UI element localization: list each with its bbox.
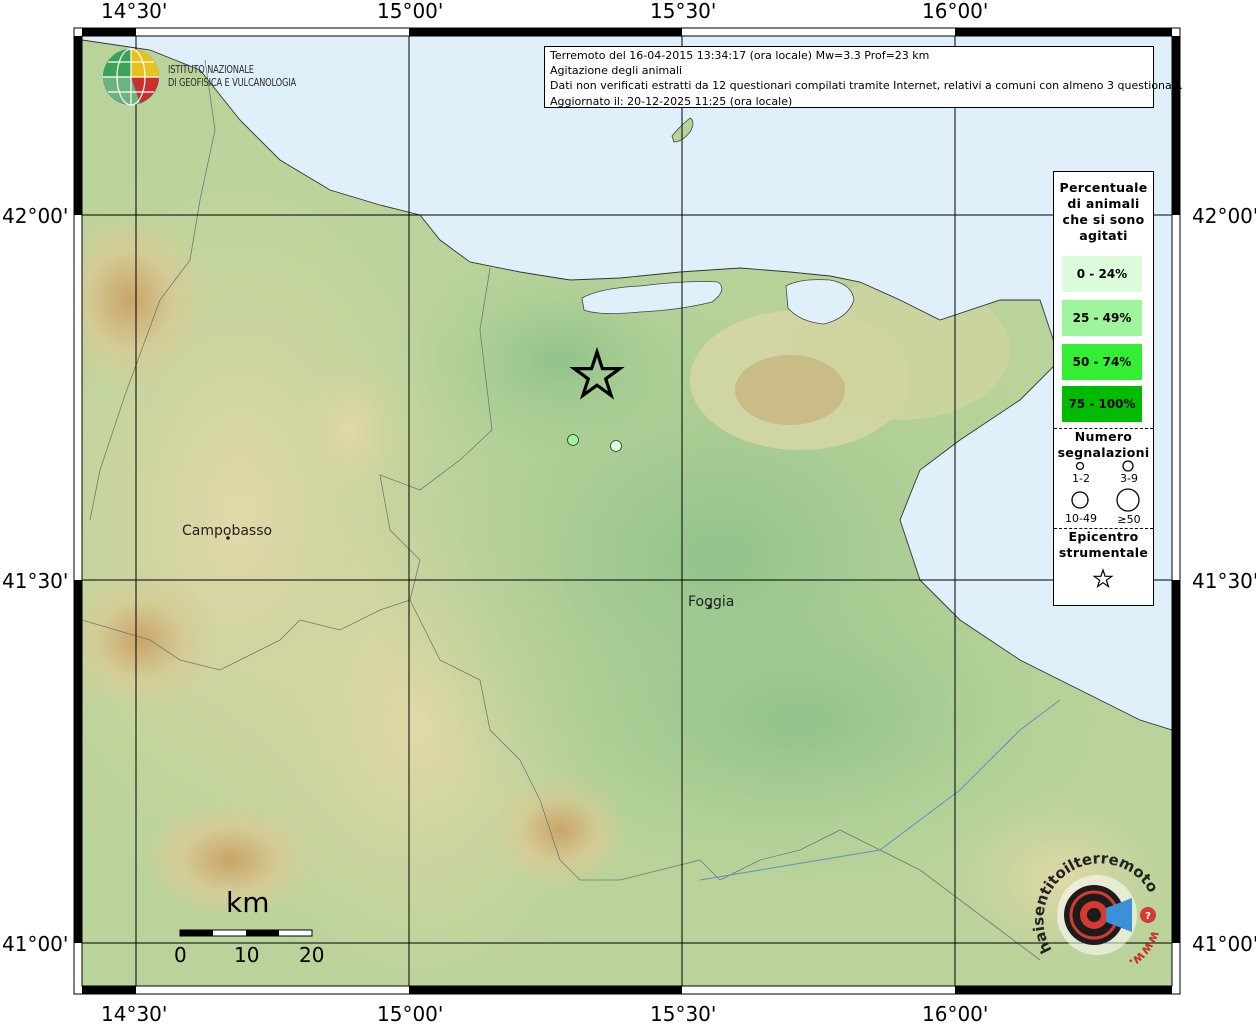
bottom-lon-label: 15°30' (650, 1002, 717, 1026)
haisentito-badge-text[interactable]: haisentitoilterremoto.it www. (1030, 850, 1170, 990)
right-lat-label: 41°30' (1192, 569, 1256, 593)
svg-text:www.: www. (1126, 929, 1163, 971)
event-title: Terremoto del 16-04-2015 13:34:17 (ora l… (550, 49, 930, 62)
event-info-box: Terremoto del 16-04-2015 13:34:17 (ora l… (544, 46, 1183, 108)
ingv-logo-text: ISTITUTO NAZIONALE DI GEOFISICA E VULCAN… (168, 64, 296, 90)
top-lon-label: 16°00' (922, 0, 989, 23)
data-disclaimer: Dati non verificati estratti da 12 quest… (550, 79, 1183, 93)
scale-tick: 0 (174, 943, 187, 967)
legend-title-line: Numero (1074, 429, 1133, 444)
legend-title-line: di animali (1067, 196, 1140, 211)
legend-star-icon (1092, 568, 1114, 589)
logo-line: DI GEOFISICA E VULCANOLOGIA (168, 77, 297, 89)
observation-point[interactable] (610, 440, 622, 452)
bottom-lon-label: 15°00' (377, 1002, 444, 1026)
svg-text:haisentitoilterremoto.it: haisentitoilterremoto.it (1030, 850, 1162, 956)
legend-epicenter-title: Epicentro strumentale (1054, 529, 1153, 561)
city-label-campobasso: Campobasso (182, 523, 273, 539)
legend-class-swatch: 75 - 100% (1062, 386, 1142, 422)
legend-title-line: agitati (1079, 228, 1128, 243)
bottom-lon-label: 16°00' (922, 1002, 989, 1026)
badge-text: haisentitoilterremoto.it (1030, 850, 1162, 956)
legend-class-swatch: 0 - 24% (1062, 256, 1142, 292)
top-lon-label: 14°30' (101, 0, 168, 23)
scale-tick: 10 (234, 943, 260, 967)
top-lon-label: 15°30' (650, 0, 717, 23)
left-lat-label: 41°30' (2, 569, 69, 593)
logo-line: ISTITUTO NAZIONALE (168, 64, 254, 76)
legend-count-title: Numero segnalazioni (1054, 429, 1153, 461)
legend-panel: Percentuale di animali che si sono agita… (1053, 171, 1154, 606)
left-lat-label: 42°00' (2, 204, 69, 228)
size-symbol-small-icon (1075, 461, 1085, 471)
size-label: ≥50 (1117, 513, 1141, 526)
scale-tick: 20 (299, 943, 325, 967)
map-subject: Agitazione degli animali (550, 64, 683, 78)
size-symbols (1071, 460, 1140, 512)
update-time: Aggiornato il: 20-12-2025 11:25 (ora loc… (550, 94, 793, 108)
legend-title-line: che si sono (1062, 212, 1145, 227)
legend-title-line: Percentuale (1059, 180, 1148, 195)
observation-point[interactable] (567, 434, 579, 446)
right-lat-label: 42°00' (1192, 204, 1256, 228)
legend-class-swatch: 25 - 49% (1062, 300, 1142, 336)
legend-class-swatch: 50 - 74% (1062, 344, 1142, 380)
legend-title-line: strumentale (1058, 545, 1149, 560)
terrain-layer (82, 36, 1172, 986)
scale-unit: km (226, 886, 270, 919)
size-label: 10-49 (1065, 512, 1097, 525)
top-lon-label: 15°00' (377, 0, 444, 23)
legend-title: Percentuale di animali che si sono agita… (1054, 180, 1153, 244)
ingv-globe-icon (103, 48, 159, 106)
size-label: 3-9 (1120, 472, 1138, 485)
size-label: 1-2 (1072, 472, 1090, 485)
badge-prefix: www. (1126, 929, 1163, 971)
size-symbol-xlarge-icon (1116, 488, 1140, 512)
legend-title-line: Epicentro (1068, 529, 1139, 544)
size-symbol-large-icon (1071, 491, 1089, 509)
right-lat-label: 41°00' (1192, 932, 1256, 956)
scale-bar (179, 929, 313, 937)
left-lat-label: 41°00' (2, 932, 69, 956)
bottom-lon-label: 14°30' (101, 1002, 168, 1026)
city-label-foggia: Foggia (688, 594, 735, 610)
size-symbol-medium-icon (1122, 460, 1134, 472)
